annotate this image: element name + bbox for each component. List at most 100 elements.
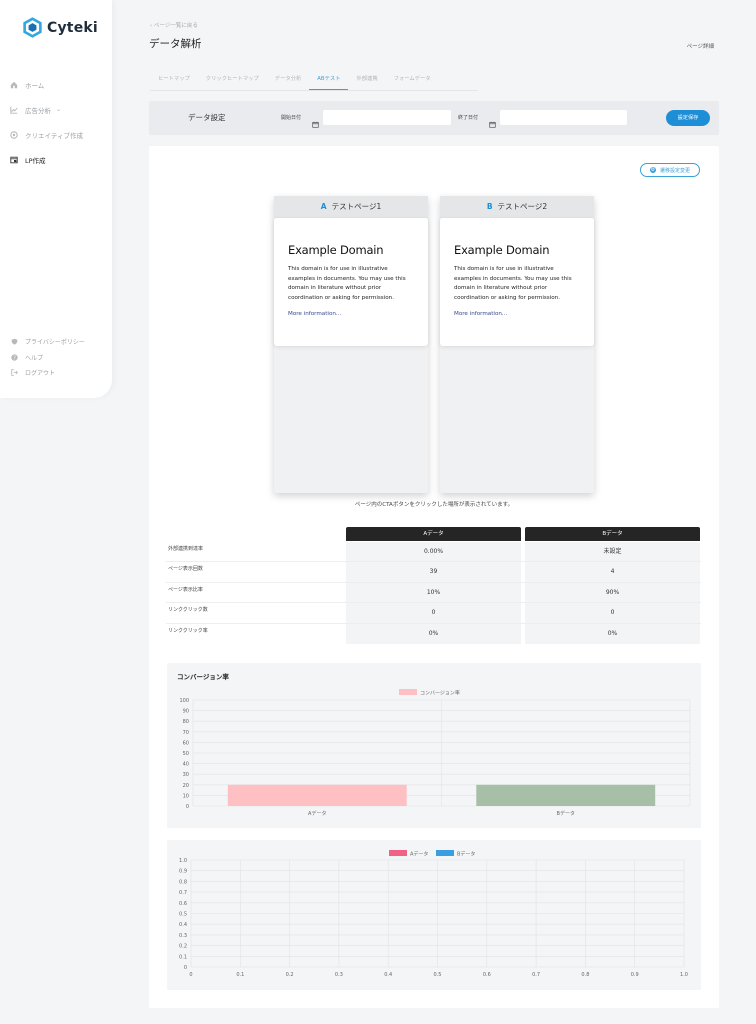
y-tick-label: 0.6: [179, 901, 187, 907]
page-preview: Example Domain This domain is for use in…: [274, 218, 428, 346]
cell-b: 未設定: [525, 542, 700, 562]
logo-text: Cyteki: [47, 19, 98, 36]
preview-more-link[interactable]: More information...: [454, 311, 580, 317]
y-tick-label: 70: [183, 730, 189, 736]
sidebar-item-ad-analysis[interactable]: 広告分析 ⌄: [0, 97, 112, 122]
y-tick-label: 0.9: [179, 869, 187, 875]
row-label: リンククリック数: [168, 607, 208, 614]
comparison-table: Aデータ Bデータ 外部連携到達率 0.00% 未設定 ページ表示回数 39 4…: [166, 526, 701, 644]
start-date-input[interactable]: [323, 110, 451, 125]
sidebar-item-home[interactable]: ホーム: [0, 72, 112, 97]
x-tick-label: Aデータ: [308, 810, 326, 817]
y-tick-label: 20: [183, 783, 189, 789]
sidebar-item-label: LP作成: [25, 156, 46, 165]
logout-icon: [10, 369, 18, 377]
ab-test-panel: ⚙ 遷移設定変更 A テストページ1 Example Domain This do…: [149, 146, 719, 1008]
line-chart-panel: Aデータ Bデータ 0 0.1 0.2 0.3 0.4 0.5 0.6 0.7 0.8 0.9 1.0 0…: [167, 840, 701, 990]
column-header-b: Bデータ: [525, 527, 700, 541]
conversion-bar-chart: コンバージョン率 0 10 20 30 40 50 60 70 80 90 100 Aデータ Bデータ: [179, 689, 691, 817]
page-title: データ解析: [149, 38, 202, 50]
y-tick-label: 1.0: [179, 858, 187, 864]
shield-icon: [10, 338, 18, 346]
legend-label: Aデータ: [410, 851, 428, 858]
y-tick-label: 10: [183, 793, 189, 799]
end-date-input[interactable]: [500, 110, 627, 125]
settings-title: データ設定: [188, 113, 226, 122]
preview-heading: Example Domain: [454, 243, 550, 257]
sidebar-item-label: クリエイティブ作成: [25, 131, 83, 140]
preview-body: This domain is for use in illustrative e…: [454, 266, 572, 301]
sidebar: Cyteki ホーム 広告分析 ⌄ クリエイティブ作成 LP作成 プライバシーポ…: [0, 0, 112, 398]
cell-b: 0%: [525, 623, 700, 644]
lp-icon: [10, 156, 18, 164]
y-tick-label: 50: [183, 751, 189, 757]
tab-form-data[interactable]: フォームデータ: [386, 74, 439, 90]
logo[interactable]: Cyteki: [22, 17, 98, 38]
variant-letter: A: [320, 202, 327, 211]
table-header: Aデータ Bデータ: [166, 526, 701, 542]
y-tick-label: 0.2: [179, 944, 187, 950]
legend-swatch: [389, 850, 407, 856]
sidebar-item-label: ログアウト: [25, 370, 56, 378]
table-row: ページ表示比率 10% 90%: [166, 582, 701, 604]
change-conditions-button[interactable]: ⚙ 遷移設定変更: [640, 163, 700, 177]
breadcrumb[interactable]: ‹ ページ一覧に戻る: [150, 21, 198, 29]
data-settings-bar: データ設定 開始日付 終了日付 設定保存: [149, 101, 719, 135]
sidebar-item-privacy[interactable]: プライバシーポリシー: [0, 334, 112, 350]
y-tick-label: 80: [183, 719, 189, 725]
x-tick-label: 0.6: [483, 972, 491, 978]
tab-ab-test[interactable]: ABテスト: [309, 74, 349, 90]
chevron-down-icon: ⌄: [56, 106, 62, 113]
variant-page-name: テストページ1: [331, 202, 382, 211]
sidebar-item-label: 広告分析: [25, 106, 51, 115]
ab-card-a[interactable]: A テストページ1 Example Domain This domain is f…: [274, 196, 428, 493]
sidebar-item-help[interactable]: ? ヘルプ: [0, 350, 112, 366]
cell-b: 90%: [525, 582, 700, 603]
tab-data-analysis[interactable]: データ分析: [267, 74, 310, 90]
y-tick-label: 0.7: [179, 890, 187, 896]
tab-external[interactable]: 外部連携: [348, 74, 385, 90]
x-tick-label: 1.0: [680, 972, 688, 978]
table-row: ページ表示回数 39 4: [166, 562, 701, 583]
ab-card-header: A テストページ1: [274, 196, 428, 218]
row-label: ページ表示回数: [168, 566, 203, 573]
cell-b: 0: [525, 603, 700, 623]
x-tick-label: 0.2: [286, 972, 294, 978]
sidebar-item-creative[interactable]: クリエイティブ作成: [0, 122, 112, 147]
chart-line-icon: [10, 106, 18, 114]
preview-more-link[interactable]: More information...: [288, 311, 414, 317]
bar: [227, 784, 407, 806]
svg-text:?: ?: [13, 355, 16, 361]
tab-click-heatmap[interactable]: クリックヒートマップ: [198, 74, 267, 90]
conversion-chart-panel: コンバージョン率 コンバージョン率 0 10 20 30 40 50 60 70 80 90 100 A…: [167, 663, 701, 828]
legend-label: コンバージョン率: [420, 690, 460, 697]
x-tick-label: 0.4: [384, 972, 392, 978]
app-root: Cyteki ホーム 広告分析 ⌄ クリエイティブ作成 LP作成 プライバシーポ…: [0, 0, 756, 1024]
sidebar-item-lp[interactable]: LP作成: [0, 147, 112, 172]
page-detail-link[interactable]: ページ詳細: [687, 42, 714, 50]
save-settings-button[interactable]: 設定保存: [666, 110, 710, 126]
ab-card-header: B テストページ2: [440, 196, 594, 218]
y-tick-label: 0: [186, 804, 189, 810]
y-tick-label: 100: [179, 698, 189, 704]
sidebar-item-logout[interactable]: ログアウト: [0, 365, 112, 381]
change-conditions-label: 遷移設定変更: [659, 167, 690, 174]
y-tick-label: 0.8: [179, 879, 187, 885]
sidebar-item-label: ホーム: [25, 81, 45, 90]
legend-swatch: [399, 689, 417, 695]
sidebar-nav: ホーム 広告分析 ⌄ クリエイティブ作成 LP作成: [0, 72, 112, 172]
ab-card-b[interactable]: B テストページ2 Example Domain This domain is f…: [440, 196, 594, 493]
ab-line-chart: Aデータ Bデータ 0 0.1 0.2 0.3 0.4 0.5 0.6 0.7 0.8 0.9 1.0 0…: [179, 850, 688, 978]
cell-a: 39: [346, 562, 521, 582]
x-tick-label: 0.7: [532, 972, 540, 978]
legend-label: Bデータ: [457, 851, 475, 858]
variant-page-name: テストページ2: [497, 202, 548, 211]
row-label: 外部連携到達率: [168, 546, 204, 552]
row-label: ページ表示比率: [168, 586, 203, 593]
y-tick-label: 60: [183, 740, 189, 746]
tab-heatmap[interactable]: ヒートマップ: [150, 74, 198, 90]
y-tick-label: 0.3: [179, 933, 187, 939]
sidebar-item-label: ヘルプ: [25, 354, 44, 362]
preview-body: This domain is for use in illustrative e…: [288, 266, 406, 301]
cta-note: ページ内のCTAボタンをクリックした場所が表示されています。: [354, 502, 514, 508]
